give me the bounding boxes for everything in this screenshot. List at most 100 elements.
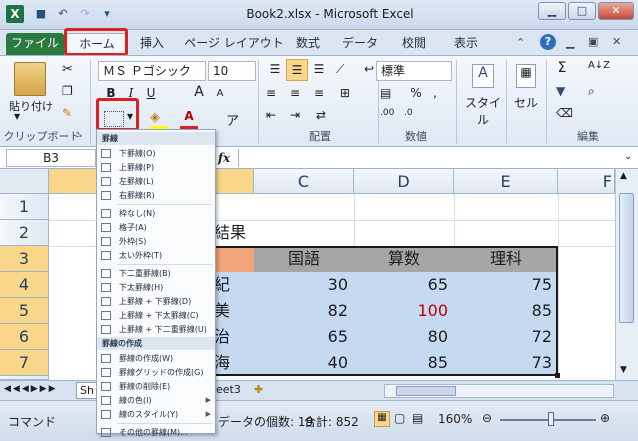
format-painter-icon[interactable]: ✎ xyxy=(62,106,72,120)
customize-qat-icon[interactable]: ▾ xyxy=(100,7,114,21)
align-left-icon[interactable]: ≡ xyxy=(266,86,276,100)
cell-value[interactable]: 65 xyxy=(354,272,454,298)
menu-item-border[interactable]: 格子(A) xyxy=(97,221,215,234)
cell-value[interactable]: 72 xyxy=(454,324,558,350)
cut-icon[interactable]: ✂ xyxy=(62,62,73,77)
maximize-button[interactable]: □ xyxy=(568,2,596,20)
cells-button[interactable]: セル xyxy=(510,94,542,111)
menu-item-border[interactable]: 下罫線(O) xyxy=(97,147,215,160)
page-layout-view-icon[interactable]: ▢ xyxy=(394,411,405,425)
row-header-4[interactable]: 4 xyxy=(0,272,49,298)
tab-view[interactable]: 表示 xyxy=(448,33,484,55)
menu-item-more-borders[interactable]: その他の罫線(M)... xyxy=(97,426,215,439)
autosum-button[interactable]: Σ xyxy=(554,60,570,76)
workbook-restore-icon[interactable]: ▣ xyxy=(588,35,598,48)
tab-formulas[interactable]: 数式 xyxy=(290,33,326,55)
menu-item-border[interactable]: 太い外枠(T) xyxy=(97,249,215,262)
menu-item-border[interactable]: 上罫線 + 下太罫線(C) xyxy=(97,309,215,322)
row-header-1[interactable]: 1 xyxy=(0,194,49,220)
row-header-7[interactable]: 7 xyxy=(0,350,49,376)
menu-item-draw[interactable]: 線の色(I) ▶ xyxy=(97,394,215,407)
name-box[interactable]: B3 xyxy=(6,149,96,167)
decrease-indent-icon[interactable]: ⇤ xyxy=(266,108,276,122)
scroll-down-icon[interactable]: ▼ xyxy=(620,365,627,375)
row-header-2[interactable]: 2 xyxy=(0,220,49,246)
copy-icon[interactable]: ❐ xyxy=(62,84,73,98)
menu-item-border[interactable]: 外枠(S) xyxy=(97,235,215,248)
cells-icon[interactable]: ▦ xyxy=(516,64,536,88)
zoom-level[interactable]: 160% xyxy=(438,412,472,426)
sheet-nav-icon[interactable]: ◀◀◀▶▶▶ xyxy=(4,384,58,394)
cell-value[interactable]: 85 xyxy=(454,298,558,324)
column-header-d[interactable]: D xyxy=(354,169,454,194)
cell-value[interactable]: 75 xyxy=(454,272,558,298)
paste-icon[interactable] xyxy=(14,62,46,96)
row-header-6[interactable]: 6 xyxy=(0,324,49,350)
wrap-text-icon[interactable]: ↩ xyxy=(364,62,374,76)
align-center-icon[interactable]: ≡ xyxy=(290,86,300,100)
shrink-font-button[interactable]: A xyxy=(214,88,226,99)
tab-file[interactable]: ファイル xyxy=(6,33,64,55)
orientation-icon[interactable]: ⟋ xyxy=(336,62,344,77)
styles-icon[interactable]: A xyxy=(472,64,494,88)
minimize-button[interactable]: ▁ xyxy=(538,2,566,20)
sort-filter-button[interactable]: A↓Z xyxy=(586,60,612,71)
percent-button[interactable]: % xyxy=(410,86,422,100)
menu-item-border[interactable]: 上罫線 + 下罫線(D) xyxy=(97,295,215,308)
font-color-icon[interactable]: A xyxy=(182,109,196,123)
cell-value[interactable]: 65 xyxy=(254,324,354,350)
cell-value-highlight[interactable]: 100 xyxy=(354,298,454,324)
close-button[interactable]: ✕ xyxy=(598,2,634,20)
minimize-ribbon-icon[interactable]: ⌃ xyxy=(516,36,530,50)
row-header-3[interactable]: 3 xyxy=(0,246,49,272)
font-name-select[interactable]: ＭＳ Ｐゴシック xyxy=(98,61,206,81)
underline-button[interactable]: U xyxy=(144,86,158,100)
cell-value[interactable]: 80 xyxy=(354,324,454,350)
menu-item-draw[interactable]: 罫線の作成(W) xyxy=(97,352,215,365)
excel-logo-icon[interactable]: X xyxy=(6,5,24,23)
clipboard-launcher-icon[interactable]: ↘ xyxy=(76,130,83,139)
column-header-c[interactable]: C xyxy=(254,169,354,194)
normal-view-icon[interactable]: ▦ xyxy=(374,411,390,427)
menu-item-border[interactable]: 下太罫線(H) xyxy=(97,281,215,294)
menu-item-border[interactable]: 上罫線 + 下二重罫線(U) xyxy=(97,323,215,336)
vertical-scrollbar[interactable]: ▲ ▼ xyxy=(615,169,638,380)
workbook-minimize-icon[interactable]: ▁ xyxy=(566,36,574,49)
align-right-icon[interactable]: ≡ xyxy=(314,86,324,100)
find-icon[interactable]: ⌕ xyxy=(588,84,595,99)
cell-name-2[interactable]: 美 xyxy=(214,298,254,324)
currency-icon[interactable]: ▤ xyxy=(380,86,391,100)
hscroll-thumb[interactable] xyxy=(396,386,456,396)
tab-review[interactable]: 校閲 xyxy=(396,33,432,55)
tab-page-layout[interactable]: ページ レイアウト xyxy=(184,33,284,55)
zoom-in-icon[interactable]: ⊕ xyxy=(600,411,610,425)
scroll-up-icon[interactable]: ▲ xyxy=(620,171,627,181)
expand-formula-icon[interactable]: ⌄ xyxy=(624,151,632,162)
align-middle-icon[interactable]: ☰ xyxy=(286,59,308,81)
cell-value[interactable]: 85 xyxy=(354,350,454,376)
insert-sheet-icon[interactable]: ✚ xyxy=(254,383,263,396)
row-header-5[interactable]: 5 xyxy=(0,298,49,324)
zoom-out-icon[interactable]: ⊖ xyxy=(482,411,492,425)
cell-name-4[interactable]: 海 xyxy=(214,350,254,376)
cell-value[interactable]: 82 xyxy=(254,298,354,324)
fill-icon[interactable]: ▼ xyxy=(556,84,565,98)
align-top-icon[interactable]: ☰ xyxy=(266,62,284,78)
cell-value[interactable]: 40 xyxy=(254,350,354,376)
menu-item-draw[interactable]: 罫線の削除(E) xyxy=(97,380,215,393)
tab-insert[interactable]: 挿入 xyxy=(134,33,170,55)
tab-data[interactable]: データ xyxy=(340,33,380,55)
menu-item-border[interactable]: 下二重罫線(B) xyxy=(97,267,215,280)
workbook-close-icon[interactable]: ✕ xyxy=(612,35,621,48)
clear-icon[interactable]: ⌫ xyxy=(556,106,573,120)
cell-value[interactable]: 30 xyxy=(254,272,354,298)
menu-item-border[interactable]: 枠なし(N) xyxy=(97,207,215,220)
decrease-decimal-icon[interactable]: .0 xyxy=(404,108,413,118)
insert-function-button[interactable]: fx xyxy=(214,149,234,167)
cell-title[interactable]: 結果 xyxy=(214,220,274,246)
zoom-thumb[interactable] xyxy=(548,412,554,426)
cell-name-1[interactable]: 紀 xyxy=(214,272,254,298)
help-icon[interactable]: ? xyxy=(540,34,556,50)
fill-color-icon[interactable]: ◈ xyxy=(150,110,160,125)
cell-name-3[interactable]: 治 xyxy=(214,324,254,350)
